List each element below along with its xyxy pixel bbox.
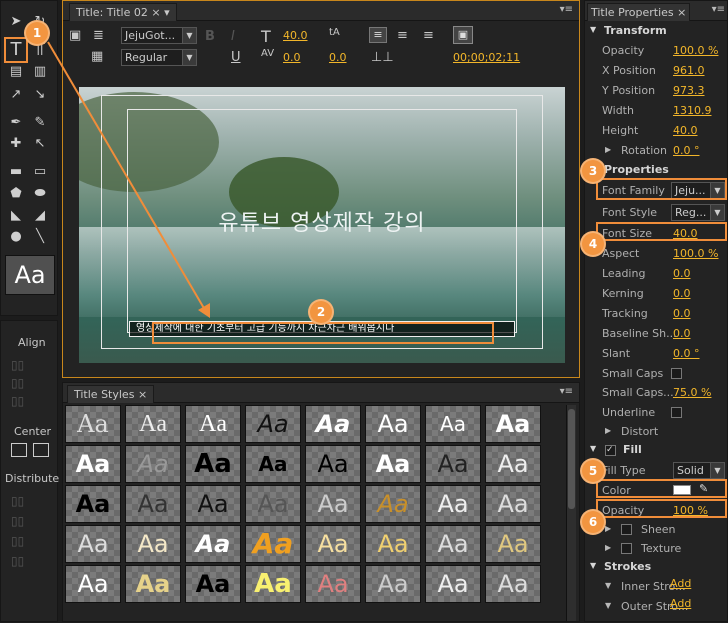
badge-5: 5 bbox=[582, 460, 604, 482]
badge-1: 1 bbox=[26, 22, 48, 44]
annotation-arrow bbox=[47, 41, 210, 318]
badge-4: 4 bbox=[582, 233, 604, 255]
badge-2: 2 bbox=[310, 301, 332, 323]
badge-6: 6 bbox=[582, 511, 604, 533]
badge-3: 3 bbox=[582, 160, 604, 182]
